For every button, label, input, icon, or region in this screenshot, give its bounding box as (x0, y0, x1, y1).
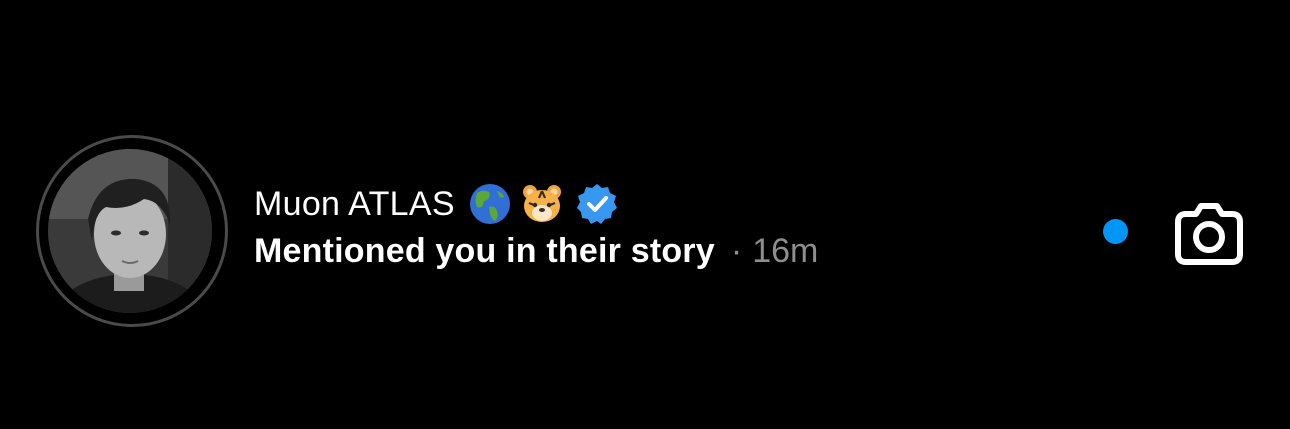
globe-americas-emoji (469, 183, 511, 225)
tiger-face-emoji (521, 183, 563, 225)
notification-message: Mentioned you in their story (254, 232, 715, 270)
notification-text: Muon ATLAS Mentioned you in their story … (254, 180, 818, 276)
separator-dot: · (730, 232, 743, 270)
notification-row[interactable]: Muon ATLAS Mentioned you in their story … (0, 0, 1290, 429)
unread-indicator (1103, 219, 1128, 244)
timestamp: 16m (752, 232, 819, 270)
camera-button[interactable] (1172, 198, 1246, 268)
avatar[interactable] (48, 149, 212, 313)
name-line: Muon ATLAS (254, 180, 818, 228)
username[interactable]: Muon ATLAS (254, 185, 455, 224)
message-line: Mentioned you in their story · 16m (254, 232, 818, 276)
verified-badge-icon (575, 182, 619, 226)
camera-icon (1175, 203, 1243, 265)
avatar-photo (48, 149, 212, 313)
